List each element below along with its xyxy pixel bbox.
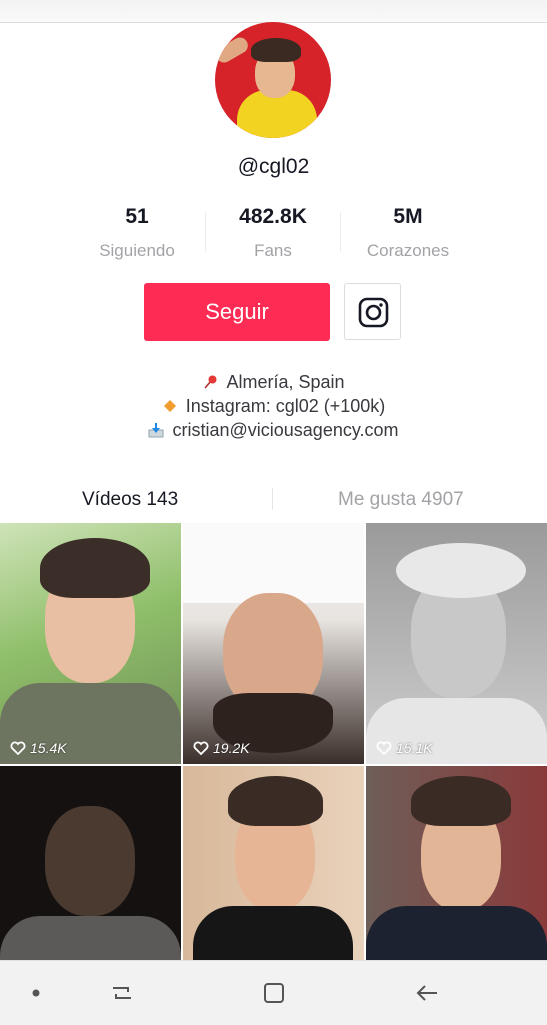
instagram-icon	[358, 297, 389, 328]
tab-bar: Vídeos 143 Me gusta 4907	[0, 478, 547, 522]
stat-hearts[interactable]: 5M Corazones	[333, 205, 483, 261]
stats-divider	[205, 212, 206, 252]
back-icon[interactable]	[413, 979, 441, 1007]
video-thumbnail[interactable]	[366, 766, 547, 960]
thumbnail-hair	[228, 776, 323, 826]
tab-divider	[272, 488, 273, 510]
diamond-icon	[163, 400, 176, 412]
video-likes-count: 15.1K	[396, 740, 433, 756]
video-likes: 19.2K	[193, 740, 250, 756]
video-thumbnail[interactable]: 19.2K	[183, 523, 364, 764]
stat-hearts-value: 5M	[393, 205, 423, 228]
stats-row: 51 Siguiendo 482.8K Fans 5M Corazones	[0, 205, 547, 265]
bio-location: Almería, Spain	[0, 372, 547, 393]
follow-button[interactable]: Seguir	[144, 283, 330, 341]
thumbnail-hair	[40, 538, 150, 598]
username: @cgl02	[237, 155, 310, 178]
heart-icon	[193, 741, 209, 755]
video-thumbnail[interactable]	[183, 766, 364, 960]
thumbnail-shirt	[193, 906, 353, 960]
bio-email-text: cristian@viciousagency.com	[172, 420, 399, 440]
avatar-arm	[215, 34, 251, 66]
avatar-hair	[251, 38, 301, 62]
heart-icon	[10, 741, 26, 755]
video-likes-count: 15.4K	[30, 740, 67, 756]
thumbnail-shirt	[183, 523, 364, 603]
thumbnail-shirt	[0, 916, 181, 960]
video-likes-count: 19.2K	[213, 740, 250, 756]
video-thumbnail[interactable]: 15.4K	[0, 523, 181, 764]
video-likes: 15.1K	[376, 740, 433, 756]
avatar[interactable]	[215, 22, 331, 138]
stat-hearts-label: Corazones	[366, 241, 450, 260]
recent-apps-icon[interactable]	[108, 979, 136, 1007]
stat-following[interactable]: 51 Siguiendo	[62, 205, 212, 261]
bio-instagram: Instagram: cgl02 (+100k)	[0, 396, 547, 417]
video-likes: 15.4K	[10, 740, 67, 756]
heart-icon	[376, 741, 392, 755]
stat-following-value: 51	[125, 205, 149, 228]
video-grid: 15.4K 19.2K 15.1K	[0, 523, 547, 960]
bio-instagram-text: Instagram: cgl02 (+100k)	[185, 396, 386, 416]
stat-fans-value: 482.8K	[239, 205, 307, 228]
home-icon[interactable]	[260, 979, 288, 1007]
stat-following-label: Siguiendo	[99, 241, 175, 260]
system-nav-bar	[0, 960, 547, 1025]
bio-email[interactable]: cristian@viciousagency.com	[0, 420, 547, 441]
thumbnail-shirt	[366, 906, 547, 960]
bio-location-text: Almería, Spain	[226, 372, 345, 392]
top-bar	[0, 0, 547, 23]
inbox-icon	[148, 423, 164, 438]
stat-fans-label: Fans	[254, 241, 292, 260]
stats-divider	[340, 212, 341, 252]
thumbnail-arm	[396, 543, 526, 598]
video-thumbnail[interactable]	[0, 766, 181, 960]
video-thumbnail[interactable]: 15.1K	[366, 523, 547, 764]
instagram-button[interactable]	[344, 283, 401, 340]
dot-icon[interactable]	[22, 979, 50, 1007]
thumbnail-hair	[411, 776, 511, 826]
tab-videos[interactable]: Vídeos 143	[82, 478, 178, 522]
pin-icon	[204, 375, 217, 389]
tab-likes[interactable]: Me gusta 4907	[338, 478, 464, 522]
thumbnail-face	[45, 806, 135, 916]
stat-fans[interactable]: 482.8K Fans	[198, 205, 348, 261]
